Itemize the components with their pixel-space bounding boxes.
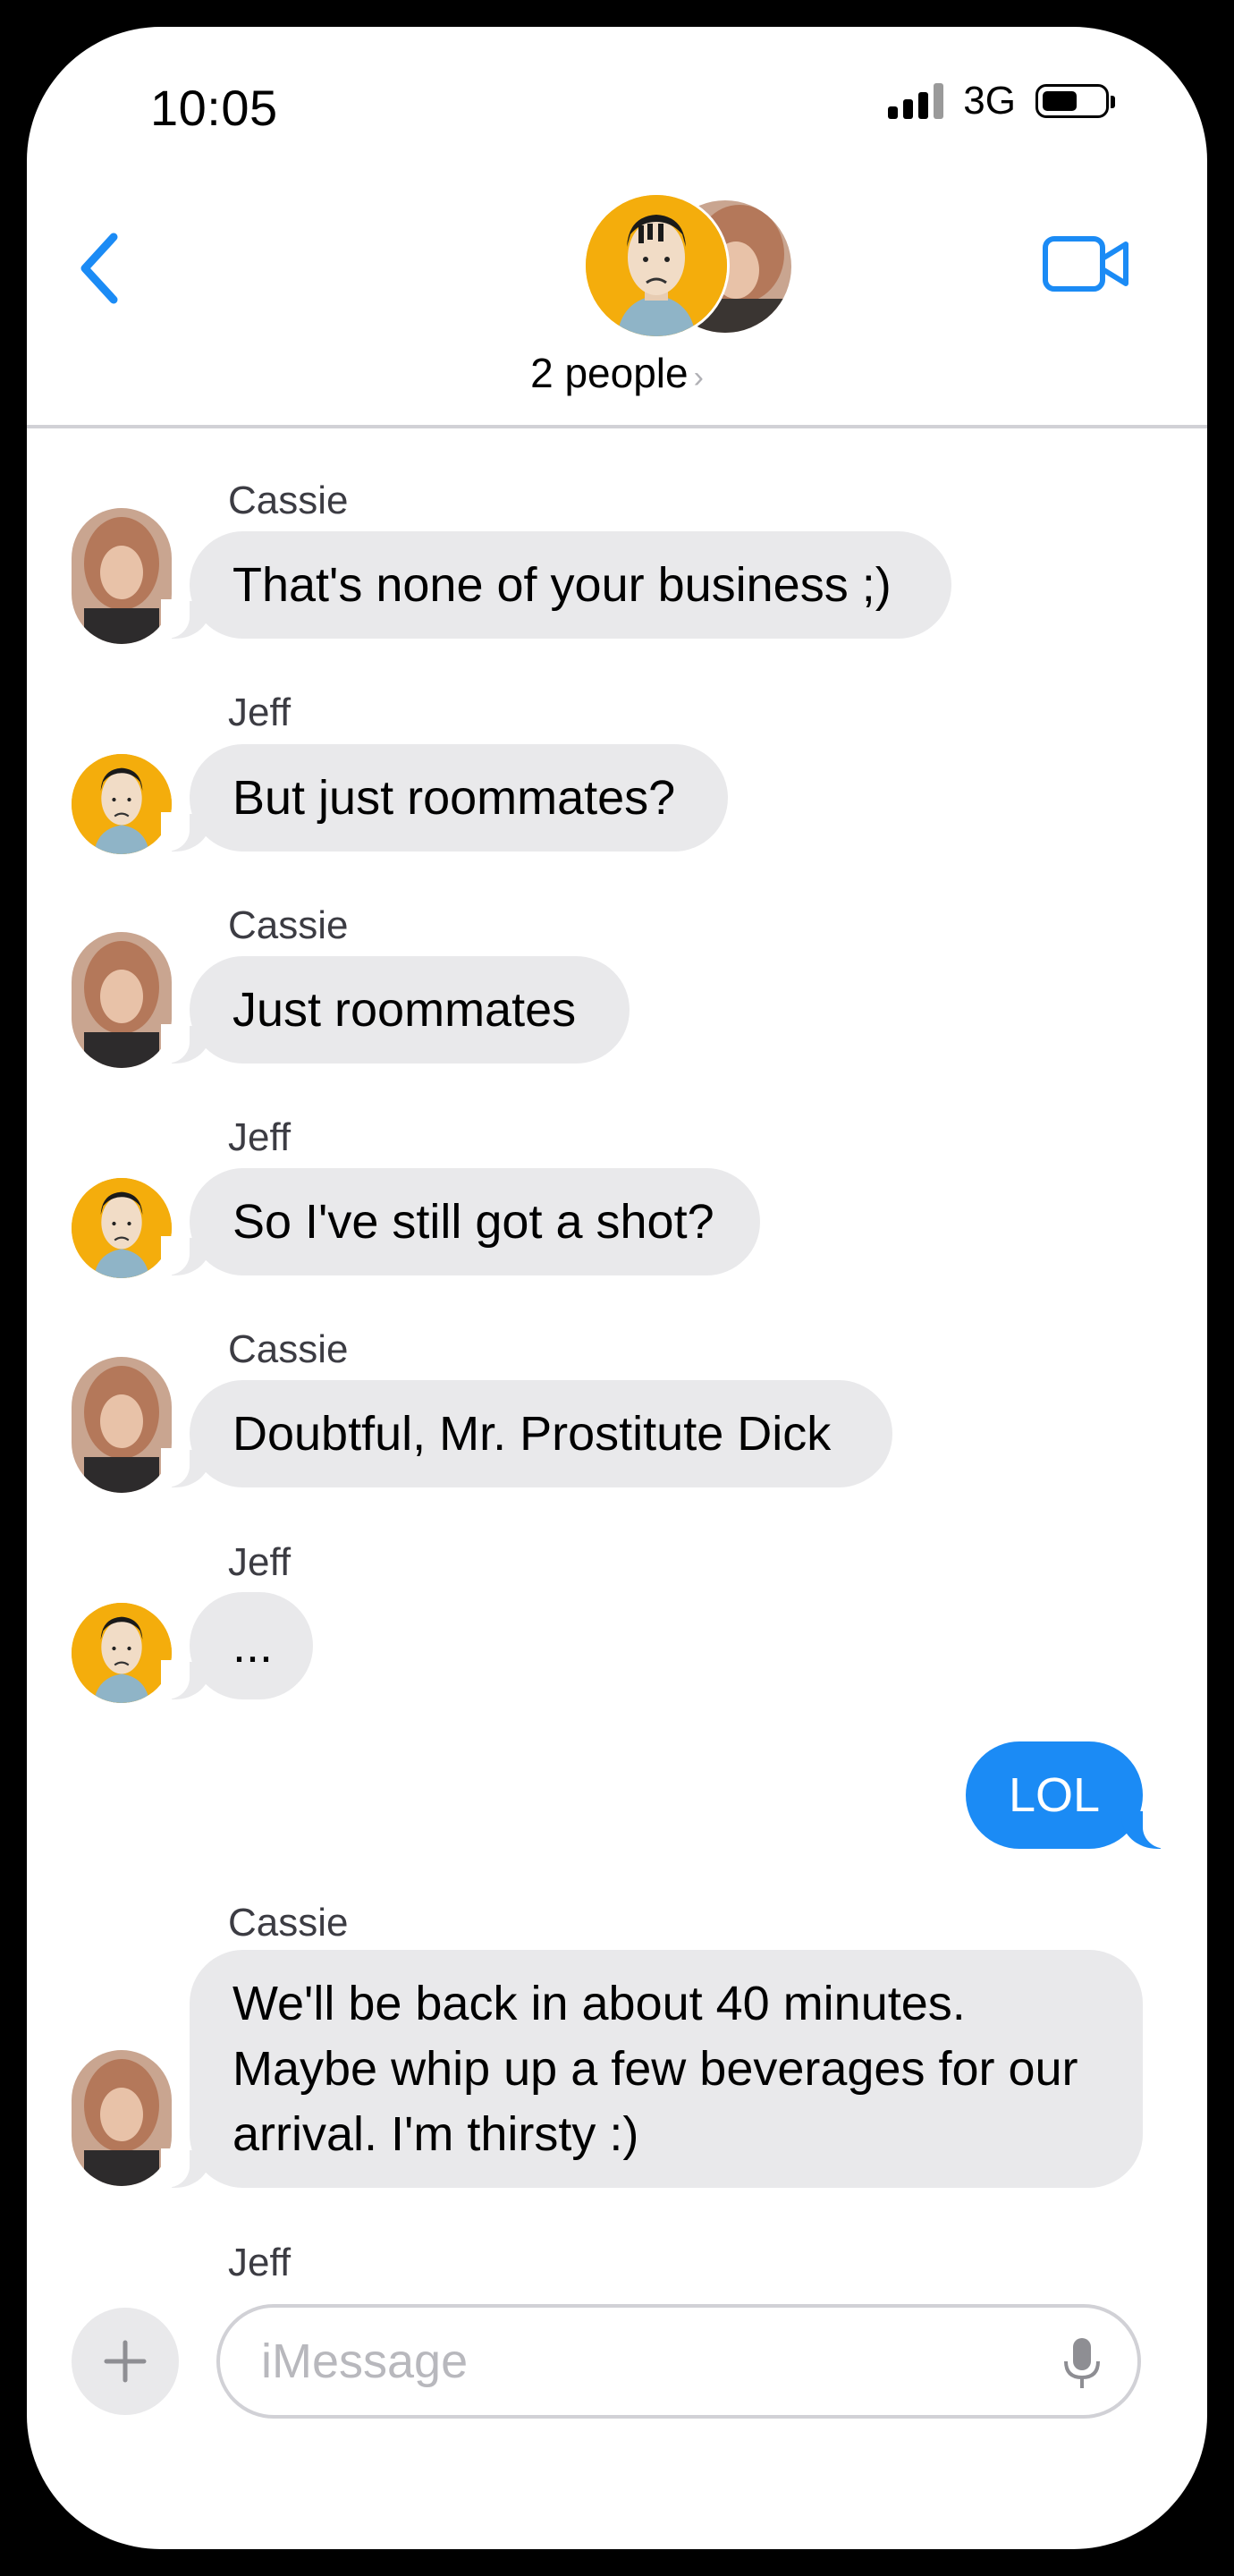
group-avatars[interactable] <box>586 195 791 347</box>
imessage-input[interactable]: iMessage <box>216 2304 1141 2419</box>
chevron-right-icon: › <box>693 360 704 394</box>
video-call-icon[interactable] <box>1042 228 1131 300</box>
group-label-text: 2 people <box>530 350 689 396</box>
group-info-button[interactable]: 2 people › <box>27 349 1207 397</box>
header-divider <box>27 425 1207 428</box>
sender-name: Jeff <box>228 691 292 734</box>
plus-icon <box>104 2340 147 2383</box>
cassie-avatar <box>72 2050 172 2186</box>
sender-name: Cassie <box>228 1327 349 1371</box>
message-bubble[interactable]: So I've still got a shot? <box>161 1168 760 1275</box>
add-attachment-button[interactable] <box>72 2308 179 2415</box>
cassie-avatar <box>72 932 172 1068</box>
sender-name: Cassie <box>228 903 349 947</box>
sender-name: Jeff <box>228 1115 292 1159</box>
back-chevron-icon[interactable] <box>67 219 130 318</box>
network-type: 3G <box>963 79 1016 123</box>
typing-sender-name: Jeff <box>228 2241 292 2284</box>
message-bubble[interactable]: Doubtful, Mr. Prostitute Dick <box>161 1380 892 1487</box>
outgoing-message-bubble[interactable]: LOL <box>966 1741 1171 1849</box>
battery-icon <box>1035 84 1115 118</box>
sender-name: Jeff <box>228 1540 292 1584</box>
jeff-avatar <box>72 1178 172 1278</box>
message-bubble[interactable]: We'll be back in about 40 minutes. Maybe… <box>161 1950 1143 2188</box>
cassie-avatar <box>72 1357 172 1493</box>
message-bubble[interactable]: That's none of your business ;) <box>161 531 951 639</box>
cassie-avatar <box>72 508 172 644</box>
status-time: 10:05 <box>150 80 278 136</box>
microphone-icon[interactable] <box>1062 2336 1102 2390</box>
status-indicators: 3G <box>888 79 1115 123</box>
message-bubble[interactable]: ... <box>161 1592 313 1699</box>
jeff-avatar <box>72 1603 172 1703</box>
jeff-avatar <box>72 754 172 854</box>
message-bubble[interactable]: Just roommates <box>161 956 630 1063</box>
sender-name: Cassie <box>228 479 349 522</box>
input-placeholder: iMessage <box>261 2334 469 2388</box>
phone-frame: 10:05 3G 2 people › Cassie That's none o… <box>0 0 1234 2576</box>
sender-name: Cassie <box>228 1901 349 1945</box>
screen: 10:05 3G 2 people › Cassie That's none o… <box>27 27 1207 2549</box>
message-bubble[interactable]: But just roommates? <box>161 744 728 852</box>
signal-icon <box>888 83 944 119</box>
jeff-avatar <box>586 195 727 336</box>
